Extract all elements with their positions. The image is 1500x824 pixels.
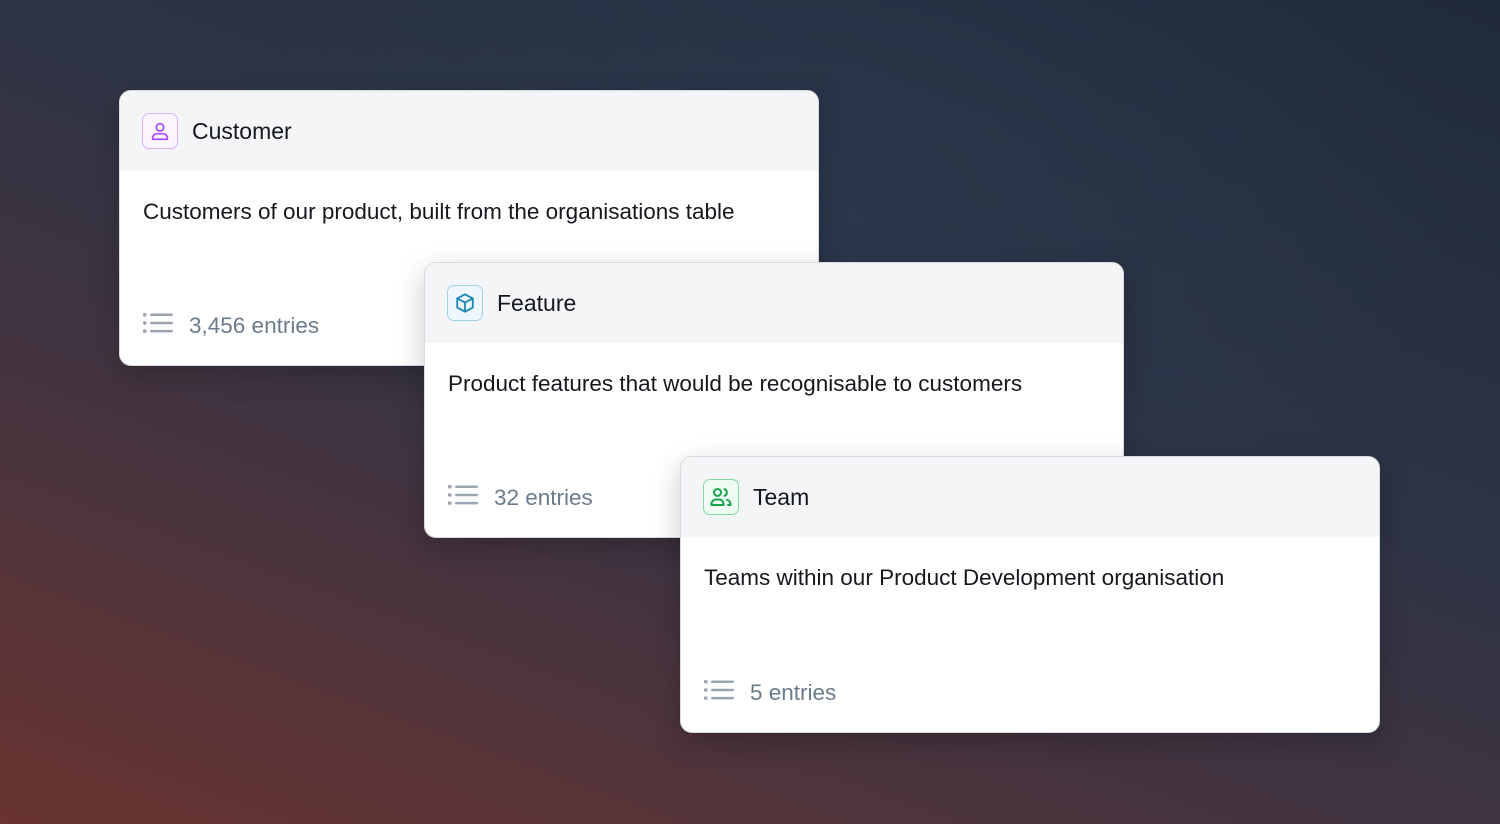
card-header: Customer bbox=[120, 91, 818, 171]
list-icon bbox=[143, 312, 173, 339]
card-description: Product features that would be recognisa… bbox=[448, 371, 1023, 396]
card-description: Customers of our product, built from the… bbox=[143, 199, 735, 224]
card-header: Feature bbox=[425, 263, 1123, 343]
cube-icon bbox=[447, 285, 483, 321]
catalog-card-team[interactable]: Team Teams within our Product Developmen… bbox=[680, 456, 1380, 733]
people-icon bbox=[703, 479, 739, 515]
card-header: Team bbox=[681, 457, 1379, 537]
person-icon bbox=[142, 113, 178, 149]
card-footer: 3,456 entries bbox=[143, 312, 319, 339]
entries-count: 3,456 entries bbox=[189, 312, 320, 338]
card-title: Team bbox=[753, 483, 810, 510]
card-footer: 5 entries bbox=[704, 679, 836, 706]
entries-count: 5 entries bbox=[750, 679, 837, 705]
card-title: Feature bbox=[497, 289, 577, 316]
entries-count: 32 entries bbox=[494, 484, 593, 510]
card-description: Teams within our Product Development org… bbox=[704, 565, 1225, 590]
list-icon bbox=[704, 679, 734, 706]
list-icon bbox=[448, 484, 478, 511]
card-footer: 32 entries bbox=[448, 484, 593, 511]
card-title: Customer bbox=[192, 117, 292, 144]
